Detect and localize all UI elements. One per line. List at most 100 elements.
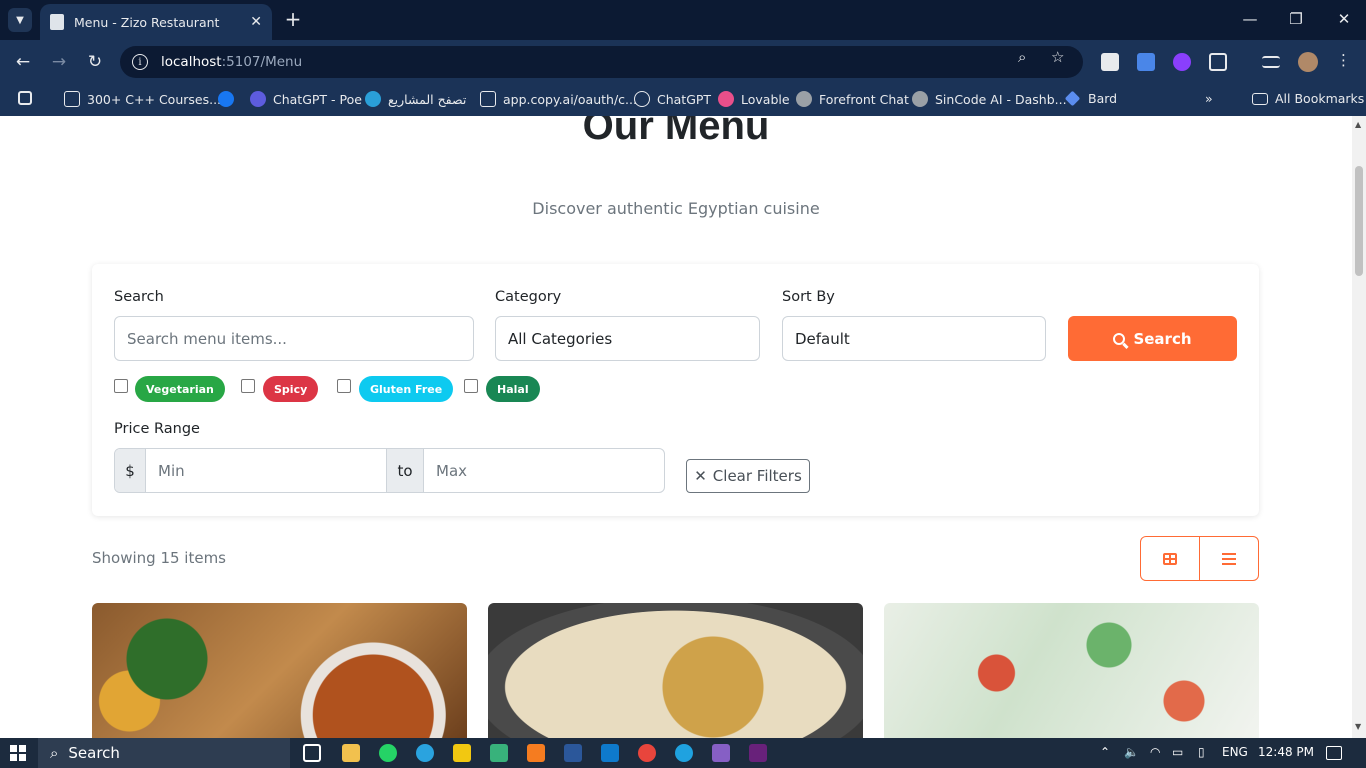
chrome-icon[interactable] — [638, 744, 656, 762]
bookmark-item[interactable]: Lovable — [718, 91, 790, 107]
extensions-puzzle-icon[interactable] — [1209, 53, 1227, 71]
close-tab-icon[interactable]: ✕ — [250, 14, 262, 30]
menu-item-card[interactable] — [92, 603, 467, 738]
word-icon[interactable] — [564, 744, 582, 762]
tab-list-icon[interactable]: ▼ — [8, 8, 32, 32]
address-bar[interactable]: i localhost:5107/Menu — [120, 46, 1083, 78]
forward-icon[interactable]: → — [48, 51, 70, 73]
bookmark-star-icon[interactable]: ☆ — [1051, 48, 1064, 66]
all-bookmarks-folder[interactable]: All Bookmarks — [1252, 91, 1364, 106]
to-addon: to — [387, 449, 424, 492]
ai-extension-icon[interactable] — [1173, 53, 1191, 71]
battery-icon[interactable]: ▭ — [1172, 745, 1183, 759]
category-select[interactable]: All Categories — [495, 316, 760, 361]
zoom-icon[interactable]: ⌕ — [1018, 48, 1026, 66]
list-icon — [1222, 552, 1236, 565]
scroll-down-icon[interactable]: ▼ — [1355, 722, 1361, 731]
page-favicon-icon — [50, 14, 64, 30]
task-view-icon[interactable] — [303, 744, 321, 762]
bookmarks-overflow-icon[interactable]: » — [1205, 91, 1213, 106]
bookmark-item[interactable]: Bard — [1064, 90, 1117, 107]
sort-select[interactable]: Default — [782, 316, 1046, 361]
translate-extension-icon[interactable] — [1137, 53, 1155, 71]
back-icon[interactable]: ← — [12, 51, 34, 73]
browser-tab-bar: ▼ Menu - Zizo Restaurant ✕ + — ❐ ✕ — [0, 0, 1366, 40]
menu-item-card[interactable] — [488, 603, 863, 738]
os-taskbar: ⌕ Search ⌃ 🔈 ◠ ▭ ▯ ENG 12:48 PM — [0, 738, 1366, 768]
grid-view-button[interactable] — [1141, 537, 1199, 580]
reload-icon[interactable]: ↻ — [84, 51, 106, 73]
max-price-input[interactable]: Max — [424, 449, 664, 492]
filter-panel: Search Search menu items... Category All… — [92, 264, 1259, 516]
page-scrollbar[interactable]: ▲ ▼ — [1352, 116, 1366, 738]
browser-toolbar: ← → ↻ i localhost:5107/Menu ⌕ ☆ ⋮ — [0, 40, 1366, 84]
volume-icon[interactable]: 🔈 — [1124, 745, 1139, 759]
sort-label: Sort By — [782, 289, 835, 305]
maximize-icon[interactable]: ❐ — [1286, 10, 1306, 28]
bookmark-item[interactable]: Forefront Chat — [796, 91, 909, 107]
taskbar-search[interactable]: ⌕ Search — [38, 738, 290, 768]
media-controls-icon[interactable] — [1262, 56, 1280, 68]
page-subtitle: Discover authentic Egyptian cuisine — [532, 199, 820, 218]
whatsapp-icon[interactable] — [379, 744, 397, 762]
gluten-free-badge: Gluten Free — [359, 376, 454, 402]
site-info-icon[interactable]: i — [132, 54, 148, 70]
file-explorer-icon[interactable] — [342, 744, 360, 762]
windows-start-icon[interactable] — [10, 745, 26, 761]
page-title: Our Menu — [582, 116, 770, 148]
close-icon: ✕ — [694, 467, 707, 485]
visual-studio-icon[interactable] — [712, 744, 730, 762]
category-label: Category — [495, 289, 562, 305]
halal-badge: Halal — [486, 376, 540, 402]
menu-item-card[interactable] — [884, 603, 1259, 738]
bookmark-item[interactable] — [218, 91, 241, 107]
halal-checkbox[interactable] — [464, 379, 478, 393]
spicy-checkbox[interactable] — [241, 379, 255, 393]
edge-icon[interactable] — [675, 744, 693, 762]
clear-filters-button[interactable]: ✕ Clear Filters — [686, 459, 810, 493]
bookmark-item[interactable]: 300+ C++ Courses... — [64, 91, 221, 107]
page-content: Our Menu Discover authentic Egyptian cui… — [0, 116, 1352, 738]
vscode-icon[interactable] — [601, 744, 619, 762]
wifi-icon[interactable]: ◠ — [1150, 745, 1160, 759]
browser-tab[interactable]: Menu - Zizo Restaurant ✕ — [40, 4, 272, 40]
notes-extension-icon[interactable] — [1101, 53, 1119, 71]
gluten-free-checkbox[interactable] — [337, 379, 351, 393]
vegetarian-badge: Vegetarian — [135, 376, 225, 402]
csharp-app-icon[interactable] — [749, 744, 767, 762]
grid-icon — [1163, 552, 1177, 565]
vegetarian-checkbox[interactable] — [114, 379, 128, 393]
close-window-icon[interactable]: ✕ — [1334, 10, 1354, 28]
clock[interactable]: 12:48 PM — [1258, 745, 1314, 759]
search-input[interactable]: Search menu items... — [114, 316, 474, 361]
bookmark-item[interactable]: ChatGPT - Poe — [250, 91, 362, 107]
list-view-button[interactable] — [1199, 537, 1258, 580]
xampp-icon[interactable] — [527, 744, 545, 762]
bookmark-item[interactable]: ChatGPT — [634, 91, 711, 107]
power-icon[interactable]: ▯ — [1198, 745, 1205, 759]
bookmark-item[interactable]: SinCode AI - Dashb... — [912, 91, 1067, 107]
spicy-badge: Spicy — [263, 376, 319, 402]
telegram-icon[interactable] — [416, 744, 434, 762]
tray-overflow-icon[interactable]: ⌃ — [1100, 745, 1110, 759]
power-bi-icon[interactable] — [453, 744, 471, 762]
bookmark-item[interactable]: تصفح المشاريع — [365, 91, 466, 107]
new-tab-icon[interactable]: + — [282, 8, 304, 30]
language-indicator[interactable]: ENG — [1222, 745, 1248, 759]
url-host: localhost — [161, 54, 222, 70]
browser-menu-icon[interactable]: ⋮ — [1336, 51, 1351, 69]
notifications-icon[interactable] — [1326, 746, 1342, 760]
scroll-thumb[interactable] — [1355, 166, 1363, 276]
minimize-icon[interactable]: — — [1240, 10, 1260, 28]
search-label: Search — [114, 289, 164, 305]
bookmark-item[interactable]: app.copy.ai/oauth/c... — [480, 91, 637, 107]
search-icon — [1113, 332, 1126, 345]
min-price-input[interactable]: Min — [146, 449, 387, 492]
currency-addon: $ — [115, 449, 146, 492]
profile-avatar[interactable] — [1298, 52, 1318, 72]
search-button[interactable]: Search — [1068, 316, 1237, 361]
scroll-up-icon[interactable]: ▲ — [1355, 120, 1361, 129]
apps-grid-icon[interactable] — [18, 91, 39, 105]
app-icon[interactable] — [490, 744, 508, 762]
view-toggle — [1140, 536, 1259, 581]
